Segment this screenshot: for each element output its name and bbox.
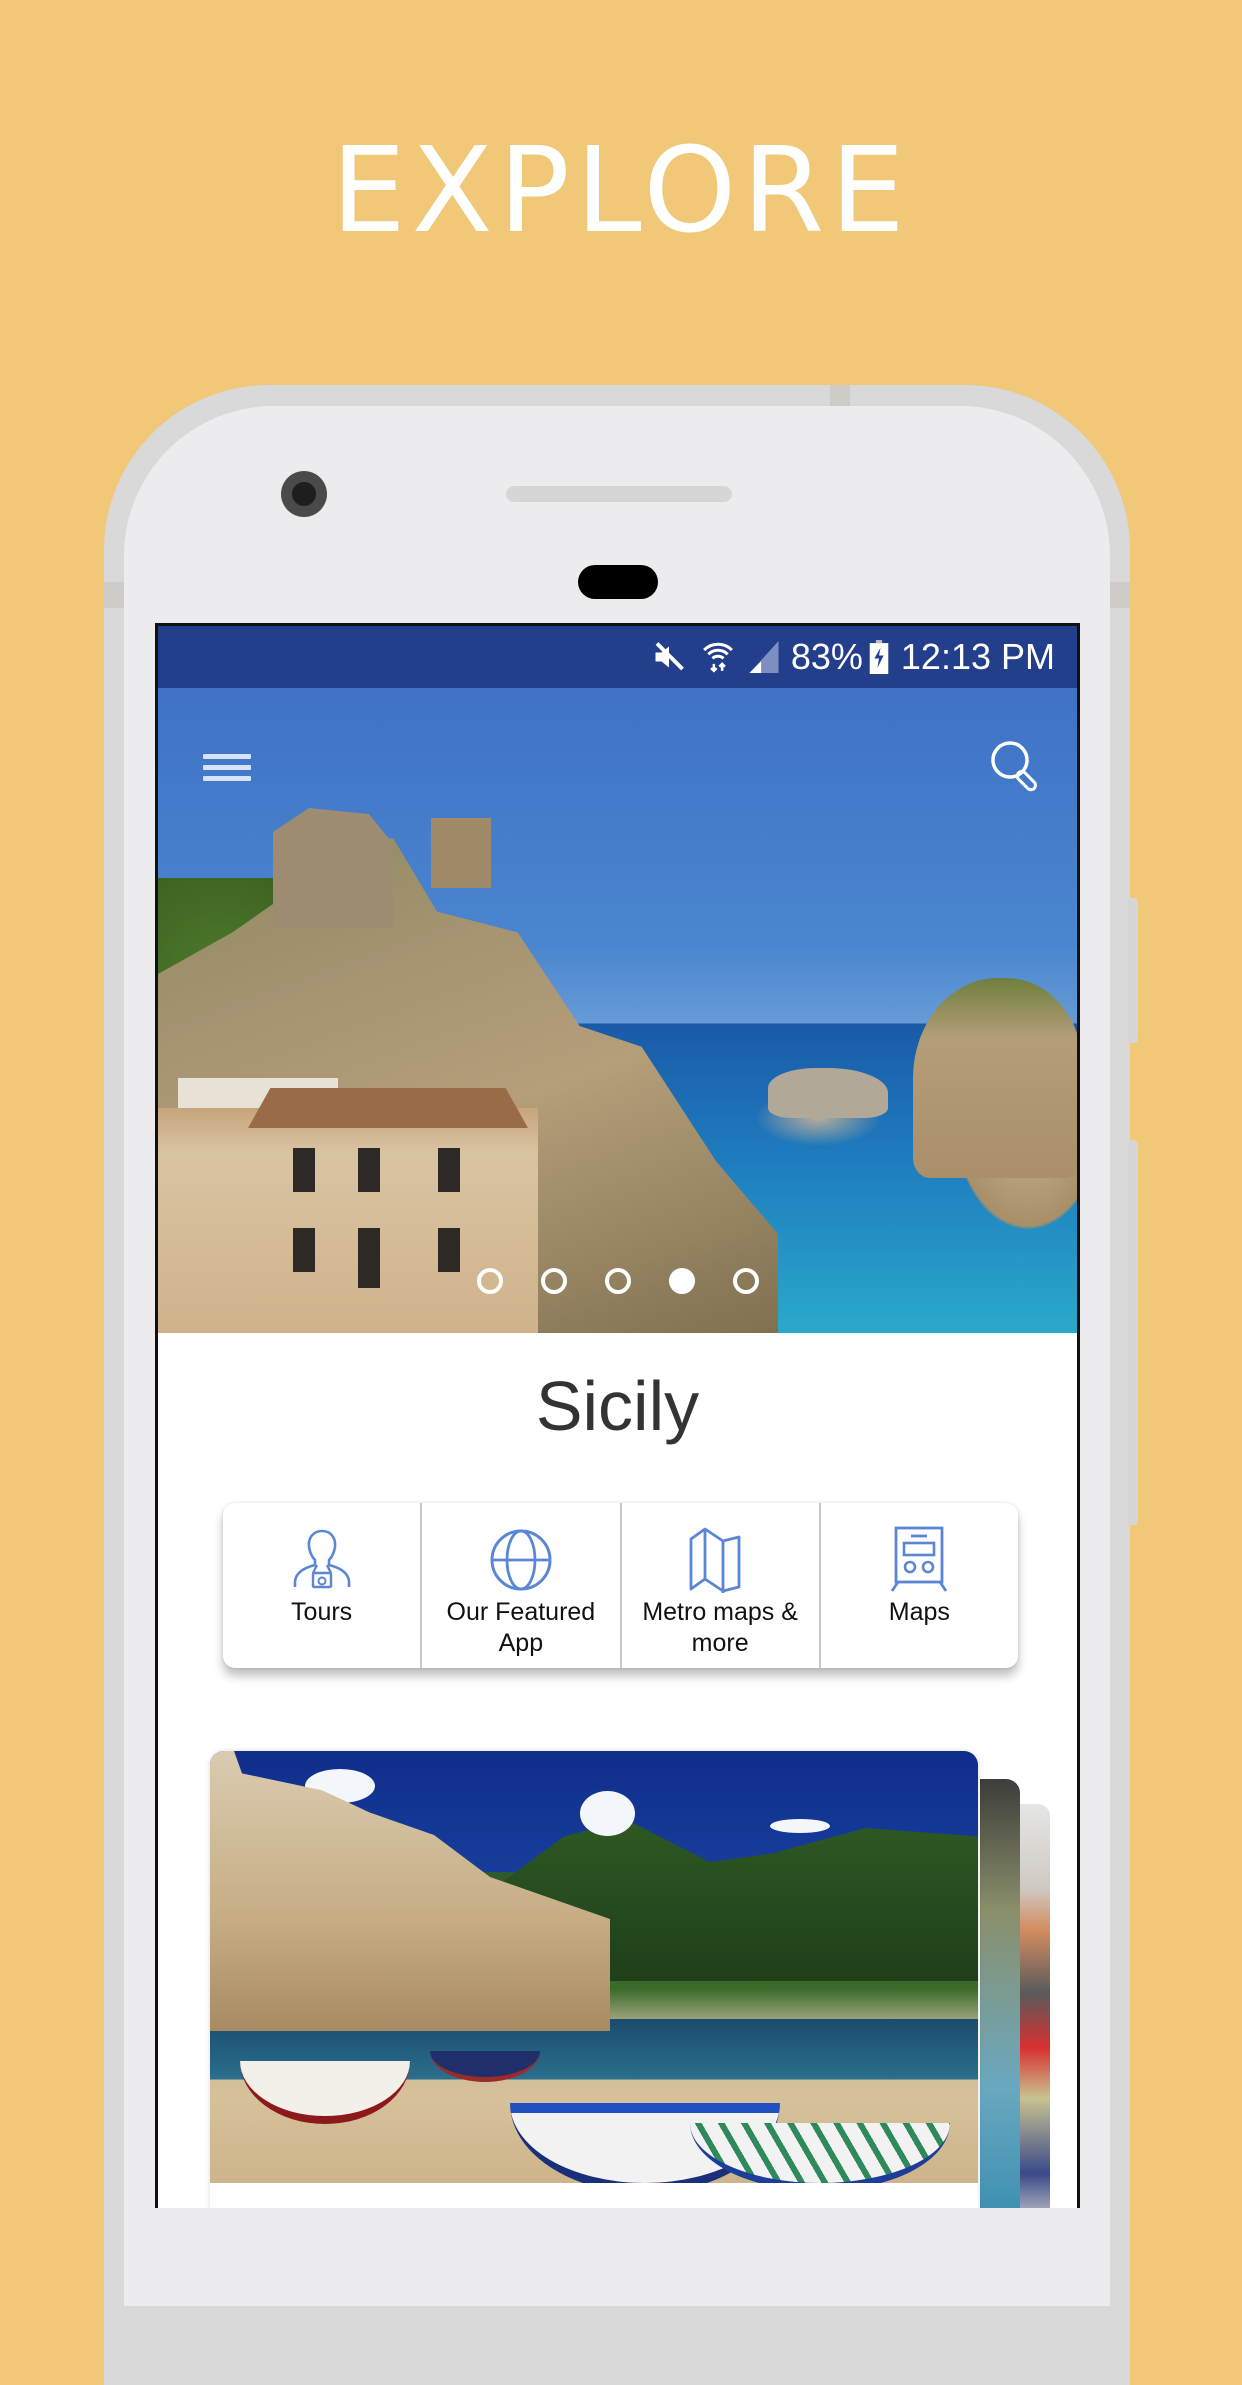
category-tours[interactable]: Tours [223,1503,423,1668]
hero-image-part [913,978,1077,1178]
tourist-camera-icon [293,1529,350,1589]
category-bar: Tours Our Featured App Metro maps & more [223,1503,1018,1668]
card-image-part [580,1791,635,1836]
category-label: Maps [888,1598,950,1626]
hero-image-part [431,818,491,888]
destination-card-image [210,1751,978,2193]
card-image-part [690,2123,950,2191]
earpiece-speaker [506,486,732,502]
phone-power-button [1128,898,1138,1043]
carousel-dot[interactable] [476,1268,503,1294]
carousel-dot[interactable] [604,1268,631,1294]
folded-map-icon [689,1527,741,1593]
battery-charging-icon [869,640,889,674]
battery-percent: 83% [790,636,863,677]
carousel-indicators [158,1268,1077,1294]
mute-icon [651,639,687,675]
category-metro-maps[interactable]: Metro maps & more [622,1503,821,1668]
carousel-dot-active[interactable] [668,1268,695,1294]
status-time: 12:13 PM [900,636,1055,677]
category-featured-app[interactable]: Our Featured App [422,1503,622,1668]
wifi-icon [701,639,735,675]
category-maps[interactable]: Maps [821,1503,1018,1668]
search-icon[interactable] [986,736,1046,796]
category-label: Metro maps & more [642,1598,798,1657]
destination-card-caption [210,2183,978,2208]
proximity-sensor [578,565,658,599]
app-screen: 83% 12:13 PM Sicily Tours Our Featured A… [155,623,1080,2208]
hero-image-part [273,808,393,928]
card-image-part [430,2051,540,2082]
card-image-part [770,1819,830,1833]
phone-antenna-line [830,385,850,407]
category-label: Tours [291,1598,353,1626]
hero-carousel[interactable] [158,688,1077,1333]
status-bar: 83% 12:13 PM [158,626,1077,688]
globe-icon [490,1529,552,1591]
promo-headline: EXPLORE [331,121,911,259]
destination-card-stacked[interactable] [980,1779,1020,2208]
signal-icon [749,641,779,673]
hero-image-part [768,1068,888,1118]
destination-card[interactable] [210,1751,978,2208]
hamburger-menu-icon[interactable] [203,748,251,788]
phone-volume-button [1128,1140,1138,1525]
front-camera [281,471,327,517]
destination-card-stacked[interactable] [1020,1804,1050,2208]
phone-antenna-line [1110,582,1130,608]
train-icon [891,1526,948,1592]
card-image-part [240,2061,410,2124]
hero-image-part [248,1088,528,1128]
carousel-dot[interactable] [540,1268,567,1294]
carousel-dot[interactable] [732,1268,759,1294]
phone-antenna-line [104,582,124,608]
destination-title: Sicily [535,1367,700,1445]
category-label: Our Featured App [446,1598,596,1657]
hero-image-part [158,1108,538,1333]
